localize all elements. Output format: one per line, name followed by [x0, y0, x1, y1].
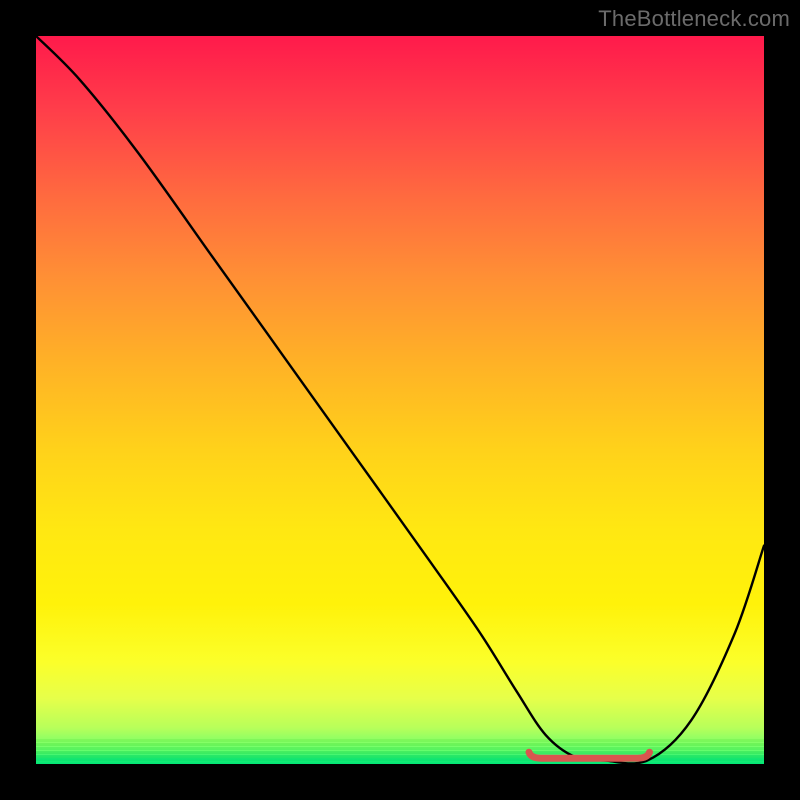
- optimal-range-marker: [529, 752, 650, 758]
- chart-frame: TheBottleneck.com: [0, 0, 800, 800]
- watermark-text: TheBottleneck.com: [598, 6, 790, 32]
- bottleneck-curve-path: [36, 36, 764, 763]
- plot-area: [36, 36, 764, 764]
- bottleneck-curve-svg: [36, 36, 764, 764]
